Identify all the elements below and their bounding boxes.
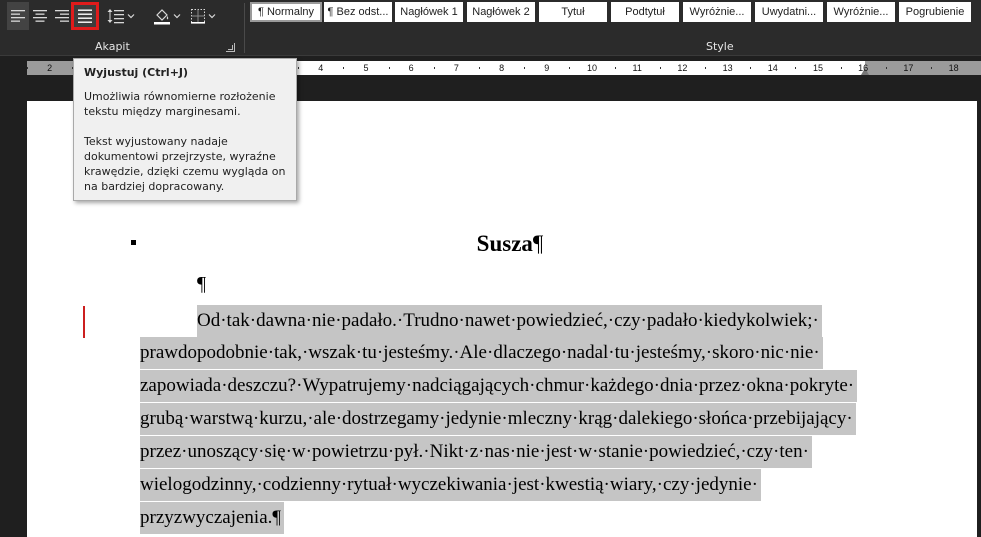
style-no-spacing[interactable]: ¶ Bez odst...	[324, 2, 392, 22]
pilcrow-mark: ¶	[272, 507, 281, 528]
ruler-tick	[614, 67, 616, 69]
align-right-button[interactable]	[51, 2, 73, 30]
ruler-tick	[343, 67, 345, 69]
paint-bucket-icon	[154, 9, 170, 25]
body-line[interactable]: wielogodzinny,·codzienny·rytuał·wyczekiw…	[140, 469, 761, 501]
style-emphasis-2[interactable]: Wyróżnie...	[827, 2, 895, 22]
ruler-tick-label: 18	[948, 63, 959, 73]
ruler-tick	[885, 67, 887, 69]
justify-button[interactable]	[71, 2, 99, 30]
ruler-tick-label: 5	[363, 63, 369, 73]
chevron-down-icon	[173, 14, 181, 19]
ruler-tick	[569, 67, 571, 69]
body-line[interactable]: prawdopodobnie·tak,·wszak·tu·jesteśmy.·A…	[140, 337, 823, 369]
align-justify-icon	[78, 9, 92, 23]
ruler-tick	[433, 67, 435, 69]
line-spacing-button[interactable]	[106, 2, 136, 30]
chevron-down-icon	[208, 14, 216, 19]
ruler-tick-label: 12	[677, 63, 688, 73]
ruler-tick-label: 8	[499, 63, 505, 73]
ruler-tick	[750, 67, 752, 69]
empty-paragraph[interactable]: ¶	[197, 273, 206, 296]
ruler-tick	[388, 67, 390, 69]
align-center-icon	[33, 10, 47, 22]
line-spacing-icon	[107, 9, 124, 24]
ruler-tick	[479, 67, 480, 69]
styles-group-label: Style	[706, 40, 734, 53]
styles-group: ¶ Normalny ¶ Bez odst... Nagłówek 1 Nagł…	[248, 0, 981, 56]
style-normal[interactable]: ¶ Normalny	[250, 2, 322, 22]
body-line[interactable]: przyzwyczajenia.¶	[140, 502, 284, 534]
ruler-tick-label: 4	[318, 63, 324, 73]
ruler-tick-label: 11	[632, 63, 642, 73]
pilcrow-mark: ¶	[532, 231, 544, 256]
ruler-tick	[705, 67, 706, 69]
style-heading-1[interactable]: Nagłówek 1	[395, 2, 463, 22]
ruler-tick	[795, 67, 797, 69]
ruler-tick	[659, 67, 661, 69]
body-line[interactable]: przez·unoszący·się·w·powietrzu·pył.·Nikt…	[140, 436, 812, 468]
shading-button[interactable]	[151, 2, 183, 30]
ruler-tick	[298, 67, 300, 69]
ruler-tick-label: 16	[858, 63, 869, 73]
ribbon: Akapit ¶ Normalny ¶ Bez odst... Nagłówek…	[0, 0, 981, 56]
body-line[interactable]: grubą·warstwą·kurzu,·ale·dostrzegamy·jed…	[140, 403, 856, 435]
tooltip-title: Wyjustuj (Ctrl+J)	[84, 66, 189, 79]
ruler-tick-label: 6	[408, 63, 414, 73]
style-title[interactable]: Tytuł	[539, 2, 607, 22]
ruler-tick	[524, 67, 526, 69]
style-strong-emph[interactable]: Uwydatni...	[755, 2, 823, 22]
ruler-tick-label: 9	[544, 63, 550, 73]
paragraph-group-label: Akapit	[95, 40, 130, 53]
align-left-icon	[11, 10, 25, 22]
group-separator	[244, 3, 245, 53]
dialog-launcher-icon[interactable]	[226, 43, 235, 52]
ruler-tick-label: 7	[453, 63, 459, 73]
tooltip-description: Umożliwia równomierne rozłożenie tekstu …	[84, 90, 276, 118]
align-left-button[interactable]	[7, 2, 29, 30]
style-bold[interactable]: Pogrubienie	[899, 2, 971, 22]
justify-tooltip: Wyjustuj (Ctrl+J) Umożliwia równomierne …	[73, 58, 297, 201]
ruler-tick-label: 13	[722, 63, 733, 73]
chevron-down-icon	[127, 14, 135, 19]
style-subtitle[interactable]: Podtytuł	[611, 2, 679, 22]
style-emphasis[interactable]: Wyróżnie...	[683, 2, 751, 22]
document-heading[interactable]: Susza¶	[27, 231, 981, 257]
ruler-tick-label: 10	[586, 63, 598, 73]
ruler-tick-label: 17	[903, 63, 914, 73]
ruler-tick	[27, 67, 28, 69]
body-line[interactable]: Od·tak·dawna·nie·padało.·Trudno·nawet·po…	[197, 305, 822, 337]
align-right-icon	[55, 10, 69, 22]
ruler-tick-label: 14	[767, 63, 778, 73]
paragraph-group: Akapit	[0, 0, 244, 56]
body-line[interactable]: zapowiada·deszczu?·Wypatrujemy·nadciągaj…	[140, 370, 858, 402]
ruler-tick	[840, 67, 842, 69]
tooltip-details: Tekst wyjustowany nadaje dokumentowi prz…	[84, 135, 286, 193]
borders-button[interactable]	[187, 2, 219, 30]
change-bar	[83, 306, 85, 338]
ruler-tick-label: 2	[47, 63, 53, 73]
ruler-tick-label: 15	[812, 63, 824, 73]
ruler-tick	[931, 67, 932, 69]
ruler-right-margin	[865, 61, 981, 75]
borders-icon	[191, 9, 205, 24]
align-center-button[interactable]	[29, 2, 51, 30]
style-heading-2[interactable]: Nagłówek 2	[467, 2, 535, 22]
